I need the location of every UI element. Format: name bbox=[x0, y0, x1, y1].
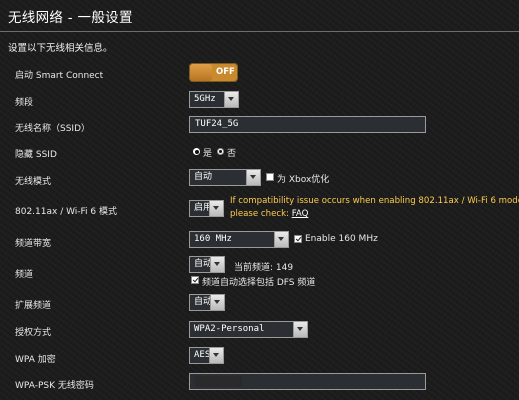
wireless-mode-label: 无线模式 bbox=[15, 177, 52, 187]
ssid-input[interactable]: TUF24_5G bbox=[189, 116, 426, 133]
xbox-optimize-checkbox[interactable] bbox=[266, 173, 274, 181]
band-value: 5GHz bbox=[194, 94, 216, 104]
bandwidth-value: 160 MHz bbox=[194, 234, 232, 244]
chevron-down-icon bbox=[274, 232, 288, 247]
hide-ssid-yes-label: 是 bbox=[203, 149, 213, 159]
channel-select[interactable]: 自动 bbox=[189, 256, 225, 273]
chevron-down-icon bbox=[209, 348, 223, 363]
ax-warning-line2: please check: bbox=[230, 209, 292, 219]
chevron-down-icon bbox=[224, 92, 238, 107]
current-channel-text: 当前频道: 149 bbox=[234, 263, 294, 273]
ext-channel-label: 扩展频道 bbox=[15, 301, 52, 311]
hide-ssid-yes-radio[interactable] bbox=[193, 148, 200, 155]
ax-mode-select[interactable]: 启用 bbox=[189, 200, 224, 217]
password-redaction bbox=[195, 376, 242, 387]
ax-mode-warning: If compatibility issue occurs when enabl… bbox=[230, 195, 519, 221]
wpa-encryption-label: WPA 加密 bbox=[15, 355, 56, 365]
wpa-psk-label: WPA-PSK 无线密码 bbox=[15, 381, 94, 391]
bandwidth-select[interactable]: 160 MHz bbox=[189, 231, 289, 248]
smart-connect-label: 启动 Smart Connect bbox=[15, 71, 104, 81]
ssid-value: TUF24_5G bbox=[195, 119, 239, 129]
chevron-down-icon bbox=[209, 201, 223, 216]
xbox-optimize-label: 为 Xbox优化 bbox=[277, 175, 330, 185]
band-select[interactable]: 5GHz bbox=[189, 91, 239, 108]
chevron-down-icon bbox=[210, 295, 224, 310]
page-subtitle: 设置以下无线相关信息。 bbox=[8, 43, 113, 54]
dfs-label: 频道自动选择包括 DFS 频道 bbox=[202, 278, 316, 288]
auth-label: 授权方式 bbox=[15, 328, 52, 338]
hide-ssid-no-radio[interactable] bbox=[217, 148, 224, 155]
wpa-encryption-value: AES bbox=[194, 350, 211, 360]
enable-160-checkbox[interactable] bbox=[294, 235, 302, 243]
ax-warning-line1: If compatibility issue occurs when enabl… bbox=[230, 196, 519, 206]
ax-mode-label: 802.11ax / Wi-Fi 6 模式 bbox=[15, 207, 118, 217]
hide-ssid-label: 隐藏 SSID bbox=[15, 150, 57, 160]
auth-value: WPA2-Personal bbox=[194, 324, 265, 334]
wpa-psk-input[interactable] bbox=[189, 373, 426, 390]
channel-label: 频道 bbox=[15, 270, 34, 280]
wireless-mode-select[interactable]: 自动 bbox=[189, 169, 261, 186]
smart-connect-toggle[interactable]: OFF bbox=[189, 63, 238, 82]
wpa-encryption-select[interactable]: AES bbox=[189, 347, 224, 364]
auth-select[interactable]: WPA2-Personal bbox=[189, 321, 308, 338]
title-divider bbox=[0, 31, 519, 32]
wireless-mode-value: 自动 bbox=[194, 172, 213, 182]
dfs-checkbox[interactable] bbox=[191, 276, 199, 284]
ext-channel-select[interactable]: 自动 bbox=[189, 294, 225, 311]
toggle-knob bbox=[190, 64, 212, 81]
bandwidth-label: 频道带宽 bbox=[15, 239, 52, 249]
chevron-down-icon bbox=[210, 257, 224, 272]
band-label: 频段 bbox=[15, 98, 34, 108]
hide-ssid-no-label: 否 bbox=[227, 149, 237, 159]
page-title: 无线网络 - 一般设置 bbox=[8, 10, 133, 26]
chevron-down-icon bbox=[293, 322, 307, 337]
toggle-state: OFF bbox=[216, 67, 235, 77]
ssid-label: 无线名称（SSID） bbox=[15, 124, 91, 134]
chevron-down-icon bbox=[246, 170, 260, 185]
faq-link[interactable]: FAQ bbox=[292, 209, 309, 219]
enable-160-label: Enable 160 MHz bbox=[305, 234, 378, 244]
